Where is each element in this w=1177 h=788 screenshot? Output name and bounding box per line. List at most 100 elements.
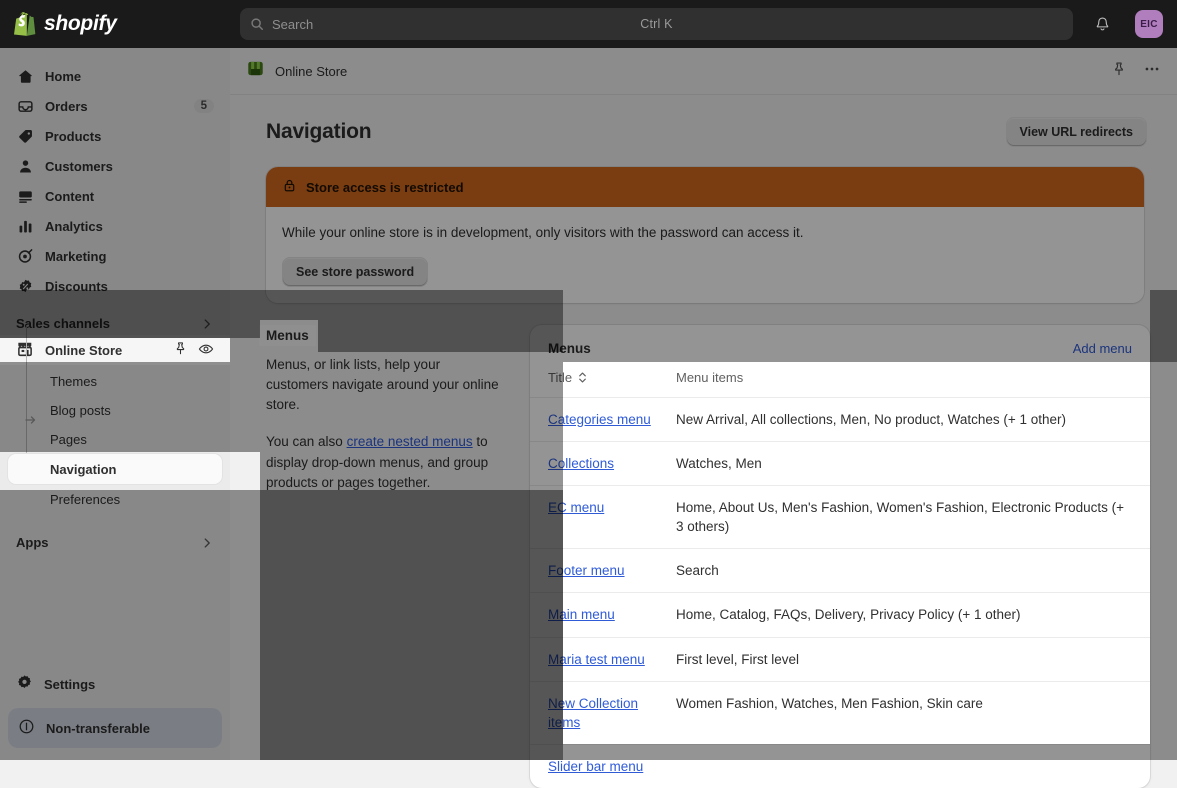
online-store-actions: [173, 341, 214, 360]
online-store-green-icon: [246, 59, 265, 83]
sidebar-subitem-label: Blog posts: [50, 402, 111, 418]
see-store-password-button[interactable]: See store password: [282, 256, 429, 287]
menu-title-link[interactable]: EC menu: [548, 500, 604, 515]
menu-title-link[interactable]: Footer menu: [548, 563, 625, 578]
sidebar-item-analytics[interactable]: Analytics: [8, 212, 222, 240]
ellipsis-horizontal-icon[interactable]: [1143, 60, 1161, 83]
shopify-logo[interactable]: shopify: [0, 12, 226, 36]
sidebar-subitem-label: Themes: [50, 373, 97, 389]
menu-title-link[interactable]: Maria test menu: [548, 652, 645, 667]
content-icon: [16, 187, 34, 205]
sidebar-item-marketing[interactable]: Marketing: [8, 242, 222, 270]
pin-icon[interactable]: [173, 341, 188, 359]
view-url-redirects-button[interactable]: View URL redirects: [1005, 117, 1147, 147]
brand-name: shopify: [44, 12, 117, 35]
eye-icon[interactable]: [198, 341, 214, 360]
sales-channels-section[interactable]: Sales channels: [16, 316, 214, 331]
context-actions: [1111, 60, 1161, 83]
orders-count-badge: 5: [193, 99, 214, 113]
menus-table-header: Title Menu items: [530, 370, 1150, 397]
context-bar: Online Store: [230, 48, 1177, 95]
global-search[interactable]: Ctrl K: [240, 8, 1073, 40]
sidebar-item-settings[interactable]: Settings: [8, 670, 222, 698]
menu-items-cell: Home, About Us, Men's Fashion, Women's F…: [676, 499, 1124, 535]
sidebar-subitem-label: Navigation: [50, 461, 117, 477]
table-row: Categories menu New Arrival, All collecti…: [530, 396, 1150, 441]
menu-title-link[interactable]: Slider bar menu: [548, 759, 643, 774]
banner-body: While your online store is in developmen…: [266, 207, 1144, 303]
menus-info-paragraph-2: You can also create nested menus to disp…: [266, 432, 506, 493]
table-row: Main menu Home, Catalog, FAQs, Delivery, …: [530, 592, 1150, 636]
sidebar-item-products[interactable]: Products: [8, 122, 222, 150]
chevron-right-icon: [204, 318, 210, 329]
tree-arrow-icon: [25, 416, 36, 424]
table-row: Footer menu Search: [530, 548, 1150, 592]
sidebar-item-label: Customers: [45, 158, 113, 174]
menu-title-cell: Categories menu: [548, 410, 676, 429]
menu-title-link[interactable]: Main menu: [548, 607, 615, 622]
sidebar-item-orders[interactable]: Orders 5: [8, 92, 222, 120]
apps-section[interactable]: Apps: [16, 535, 214, 550]
main-content: Online Store Navigation View URL redirec…: [230, 48, 1177, 788]
sidebar-item-navigation[interactable]: Navigation: [8, 454, 222, 484]
sidebar-item-discounts[interactable]: Discounts: [8, 272, 222, 300]
menu-title-link[interactable]: Collections: [548, 456, 614, 471]
user-avatar[interactable]: EIC: [1135, 10, 1163, 38]
plan-status-badge[interactable]: Non-transferable: [8, 708, 222, 748]
sidebar-item-pages[interactable]: Pages: [8, 425, 222, 453]
top-bar: shopify Ctrl K EIC: [0, 0, 1177, 48]
sidebar-item-home[interactable]: Home: [8, 62, 222, 90]
plan-status-label: Non-transferable: [46, 720, 151, 736]
menu-title-link[interactable]: New Collection items: [548, 696, 638, 730]
menus-card-title: Menus: [548, 340, 591, 356]
sidebar: Home Orders 5 Products Customers Content…: [0, 48, 230, 760]
discounts-badge-icon: [16, 277, 34, 295]
gear-icon: [16, 674, 33, 694]
menu-title-link[interactable]: Categories menu: [548, 412, 651, 427]
menu-title-cell: Collections: [548, 454, 676, 473]
add-menu-link[interactable]: Add menu: [1073, 341, 1132, 356]
context-title: Online Store: [275, 63, 348, 79]
sidebar-item-label: Analytics: [45, 218, 103, 234]
sidebar-item-themes[interactable]: Themes: [8, 367, 222, 395]
sidebar-item-label: Online Store: [45, 342, 123, 358]
column-header-menu-items: Menu items: [676, 369, 744, 385]
menus-card-header: Menus Add menu: [530, 325, 1150, 370]
top-bar-actions: EIC: [1087, 9, 1177, 39]
menus-info-heading: Menus: [259, 324, 316, 346]
menus-info-paragraph-1: Menus, or link lists, help your customer…: [266, 356, 499, 413]
notifications-button[interactable]: [1087, 9, 1117, 39]
sidebar-item-preferences[interactable]: Preferences: [8, 485, 222, 513]
sidebar-item-label: Orders: [45, 98, 88, 114]
sidebar-item-label: Products: [45, 128, 102, 144]
menus-table-body: Categories menu New Arrival, All collecti…: [530, 396, 1150, 788]
menu-title-cell: EC menu: [548, 498, 676, 517]
create-nested-menus-link[interactable]: create nested menus: [347, 434, 473, 449]
info-circle-icon: [18, 718, 35, 738]
sidebar-item-blog-posts[interactable]: Blog posts: [8, 396, 222, 424]
sidebar-item-label: Home: [45, 68, 82, 84]
pin-icon[interactable]: [1111, 61, 1127, 82]
sidebar-item-online-store[interactable]: Online Store: [0, 335, 230, 365]
sidebar-item-customers[interactable]: Customers: [8, 152, 222, 180]
products-tag-icon: [16, 127, 34, 145]
chevron-right-icon: [204, 537, 210, 548]
menu-title-cell: Main menu: [548, 605, 676, 624]
menu-items-cell: New Arrival, All collections, Men, No pr…: [676, 411, 1067, 427]
customers-person-icon: [16, 157, 34, 175]
column-header-title[interactable]: Title: [548, 370, 676, 385]
menus-card: Menus Add menu Title Menu items Categori…: [530, 324, 1150, 788]
menu-items-cell: Search: [676, 563, 719, 579]
storefront-icon: [16, 340, 34, 361]
sort-chevrons-icon: [579, 372, 586, 383]
sales-channels-label: Sales channels: [16, 316, 110, 331]
bell-icon: [1096, 16, 1108, 30]
table-row: Collections Watches, Men: [530, 440, 1150, 485]
table-row: EC menu Home, About Us, Men's Fashion, Wo…: [530, 484, 1150, 548]
sidebar-subitem-label: Pages: [50, 431, 87, 447]
apps-label: Apps: [16, 535, 49, 550]
menu-items-cell: First level, First level: [676, 651, 800, 667]
sidebar-item-content[interactable]: Content: [8, 182, 222, 210]
menu-title-cell: Footer menu: [548, 561, 676, 580]
page-header: Navigation View URL redirects: [230, 95, 1177, 147]
